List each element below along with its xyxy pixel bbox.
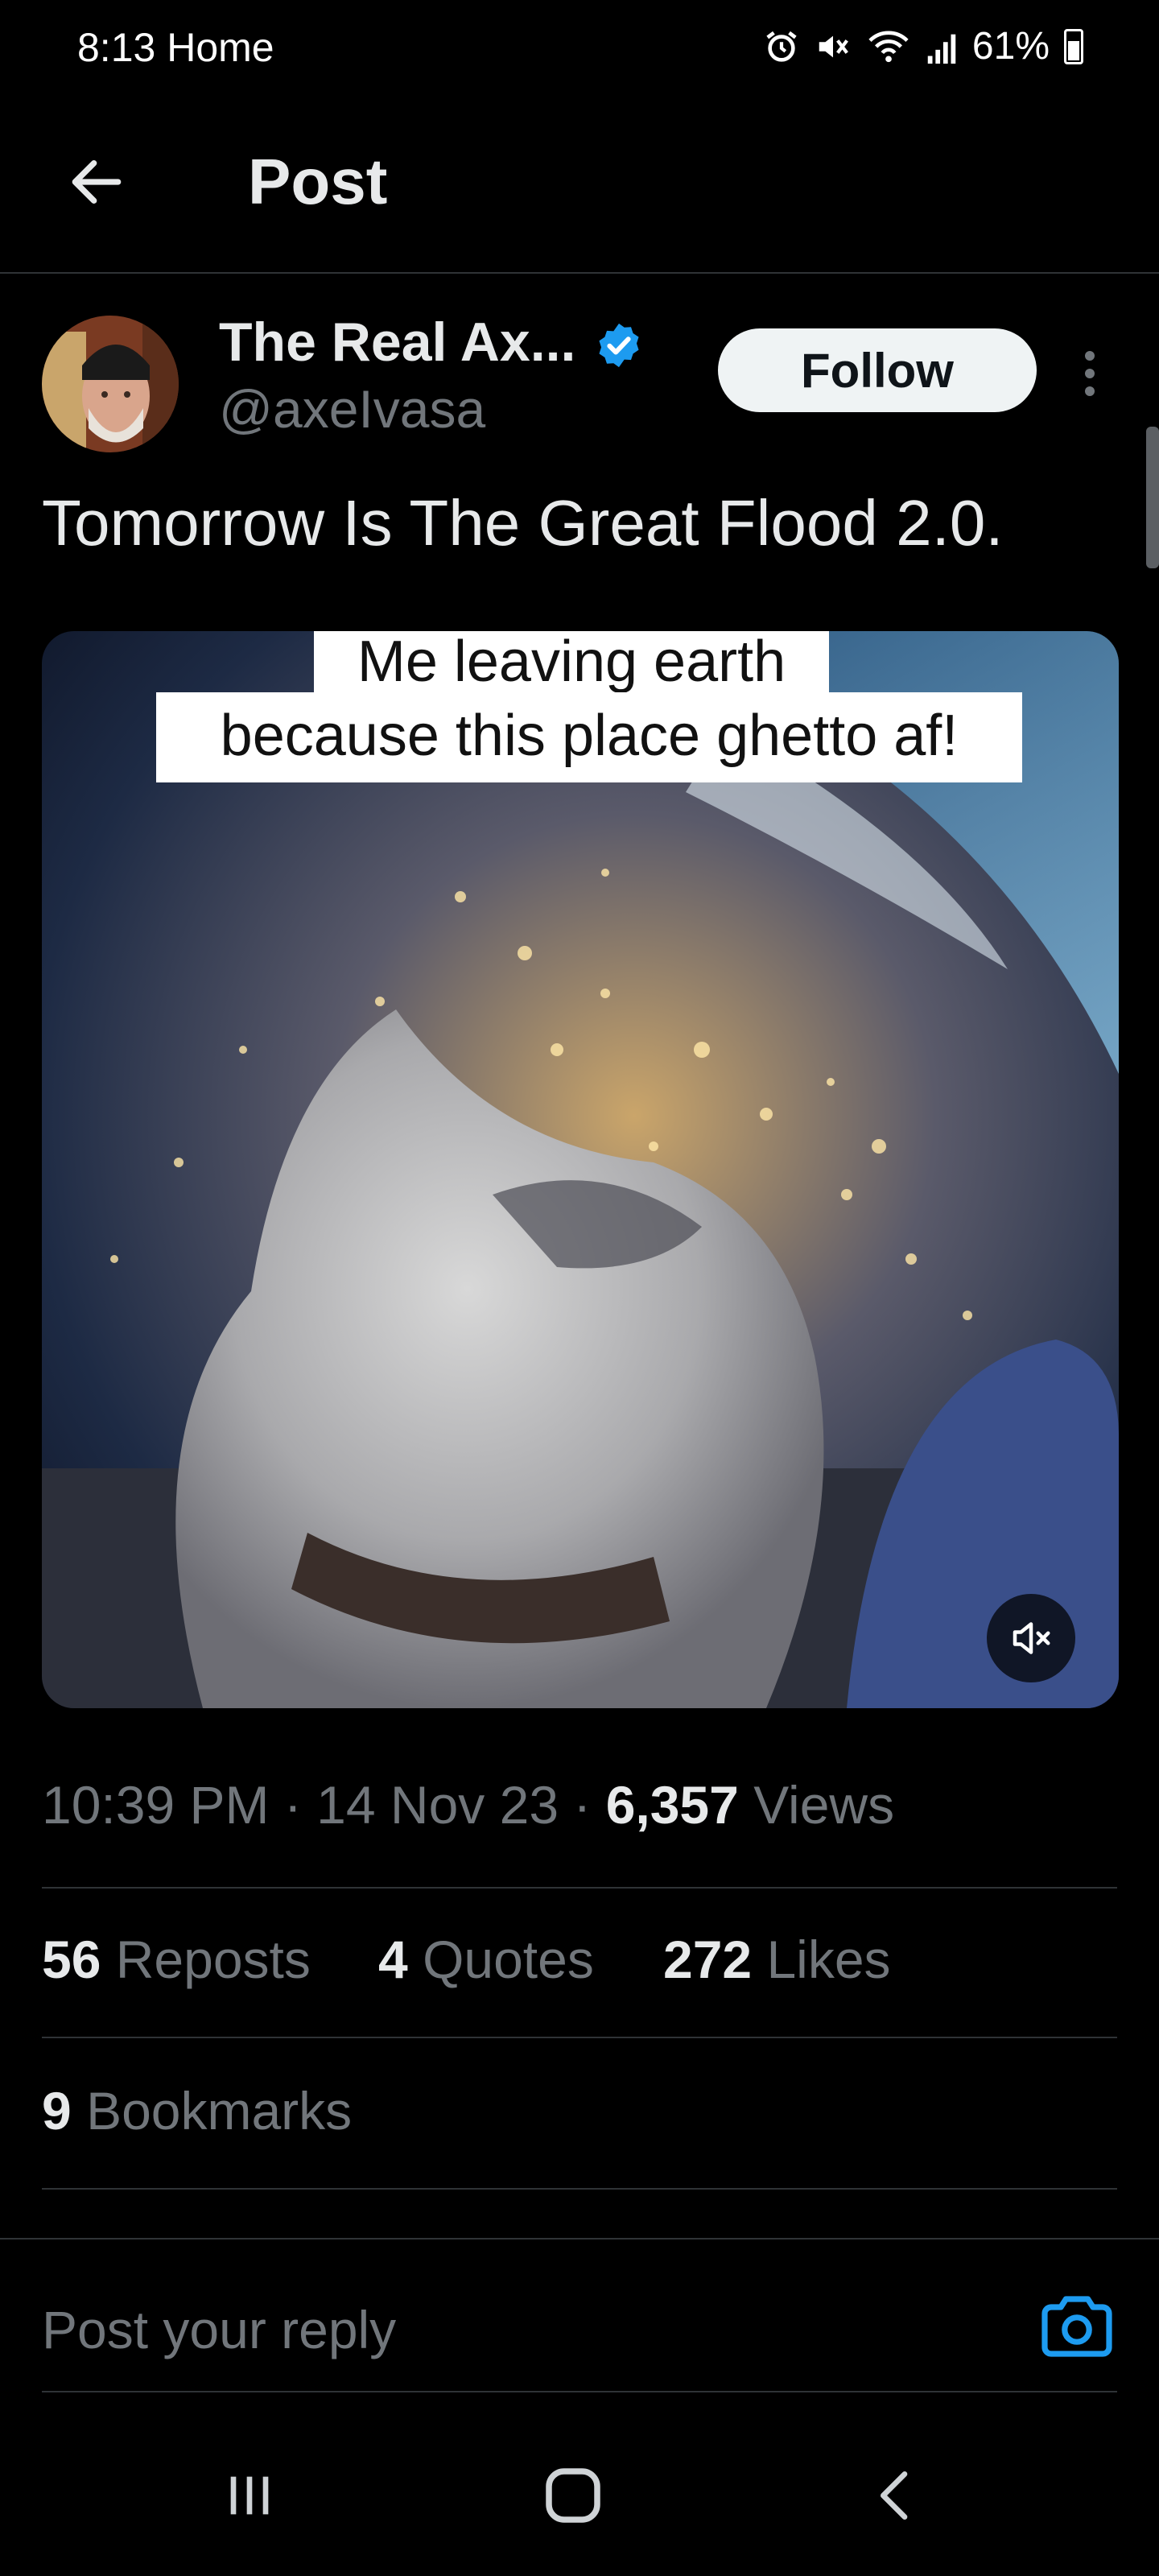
- status-location-label: Home: [167, 25, 274, 70]
- video-caption-line2: because this place ghetto af!: [156, 692, 1022, 782]
- post-date: 14 Nov 23: [316, 1775, 559, 1835]
- more-options-button[interactable]: [1069, 338, 1111, 409]
- avatar-image: [42, 316, 179, 452]
- page-title: Post: [248, 146, 388, 217]
- meta-divider: [42, 1887, 1117, 1889]
- quotes-count: 4: [378, 1930, 408, 1989]
- home-button[interactable]: [525, 2447, 621, 2544]
- camera-icon: [1041, 2296, 1112, 2357]
- status-icons: 61%: [763, 24, 1083, 68]
- avatar[interactable]: [42, 316, 179, 452]
- scrollbar[interactable]: [1146, 427, 1159, 568]
- views-count: 6,357: [605, 1775, 739, 1835]
- quotes-label: Quotes: [423, 1930, 594, 1989]
- battery-icon: [1064, 28, 1083, 64]
- likes-count: 272: [663, 1930, 753, 1989]
- chevron-left-icon: [881, 2471, 908, 2520]
- system-back-button[interactable]: [848, 2447, 945, 2544]
- quotes-stat[interactable]: 4 Quotes: [378, 1929, 594, 1990]
- follow-button[interactable]: Follow: [718, 328, 1037, 412]
- status-clock: 8:13: [77, 25, 156, 70]
- video-frame: [42, 631, 1119, 1708]
- more-dot-icon: [1085, 386, 1095, 396]
- more-dot-icon: [1085, 369, 1095, 378]
- verified-badge-icon: [599, 323, 639, 368]
- reply-bottom-divider: [42, 2391, 1117, 2392]
- home-icon: [546, 2468, 600, 2523]
- reply-top-divider: [0, 2238, 1159, 2240]
- reposts-label: Reposts: [115, 1930, 311, 1989]
- post-meta: 10:39 PM · 14 Nov 23 · 6,357 Views: [42, 1775, 895, 1835]
- battery-percent: 61%: [971, 25, 1050, 68]
- stats-divider: [42, 2037, 1117, 2038]
- post-text: Tomorrow Is The Great Flood 2.0.: [42, 487, 1004, 559]
- author-handle[interactable]: @axeIvasa: [219, 378, 485, 440]
- reposts-count: 56: [42, 1930, 101, 1989]
- likes-stat[interactable]: 272 Likes: [663, 1929, 891, 1990]
- video-mute-button[interactable]: [987, 1594, 1075, 1682]
- arrow-left-icon: [72, 160, 122, 204]
- views-label: Views: [753, 1775, 895, 1835]
- reply-placeholder: Post your reply: [42, 2300, 397, 2359]
- reply-input[interactable]: Post your reply: [42, 2299, 396, 2360]
- more-dot-icon: [1085, 351, 1095, 361]
- likes-label: Likes: [766, 1930, 891, 1989]
- post-time: 10:39 PM: [42, 1775, 270, 1835]
- back-button[interactable]: [56, 142, 137, 222]
- alarm-icon: [766, 31, 797, 62]
- video-caption-line1: Me leaving earth: [314, 631, 829, 697]
- wifi-icon: [868, 31, 909, 62]
- post-video[interactable]: Me leaving earth because this place ghet…: [42, 631, 1119, 1708]
- reposts-stat[interactable]: 56 Reposts: [42, 1929, 311, 1990]
- bookmarks-label: Bookmarks: [86, 2081, 353, 2140]
- bookmarks-count: 9: [42, 2081, 72, 2140]
- video-caption: Me leaving earth because this place ghet…: [156, 631, 1022, 784]
- recent-apps-icon: [230, 2476, 269, 2515]
- recent-apps-button[interactable]: [201, 2447, 298, 2544]
- bookmarks-stat[interactable]: 9 Bookmarks: [42, 2080, 352, 2141]
- volume-muted-icon: [1013, 1622, 1050, 1654]
- author-name[interactable]: The Real Ax...: [219, 311, 575, 374]
- camera-button[interactable]: [1038, 2293, 1116, 2360]
- mute-status-icon: [819, 35, 848, 57]
- status-time: 8:13 Home: [77, 24, 274, 71]
- signal-icon: [927, 34, 956, 64]
- header-divider: [0, 272, 1159, 274]
- bookmarks-divider: [42, 2188, 1117, 2190]
